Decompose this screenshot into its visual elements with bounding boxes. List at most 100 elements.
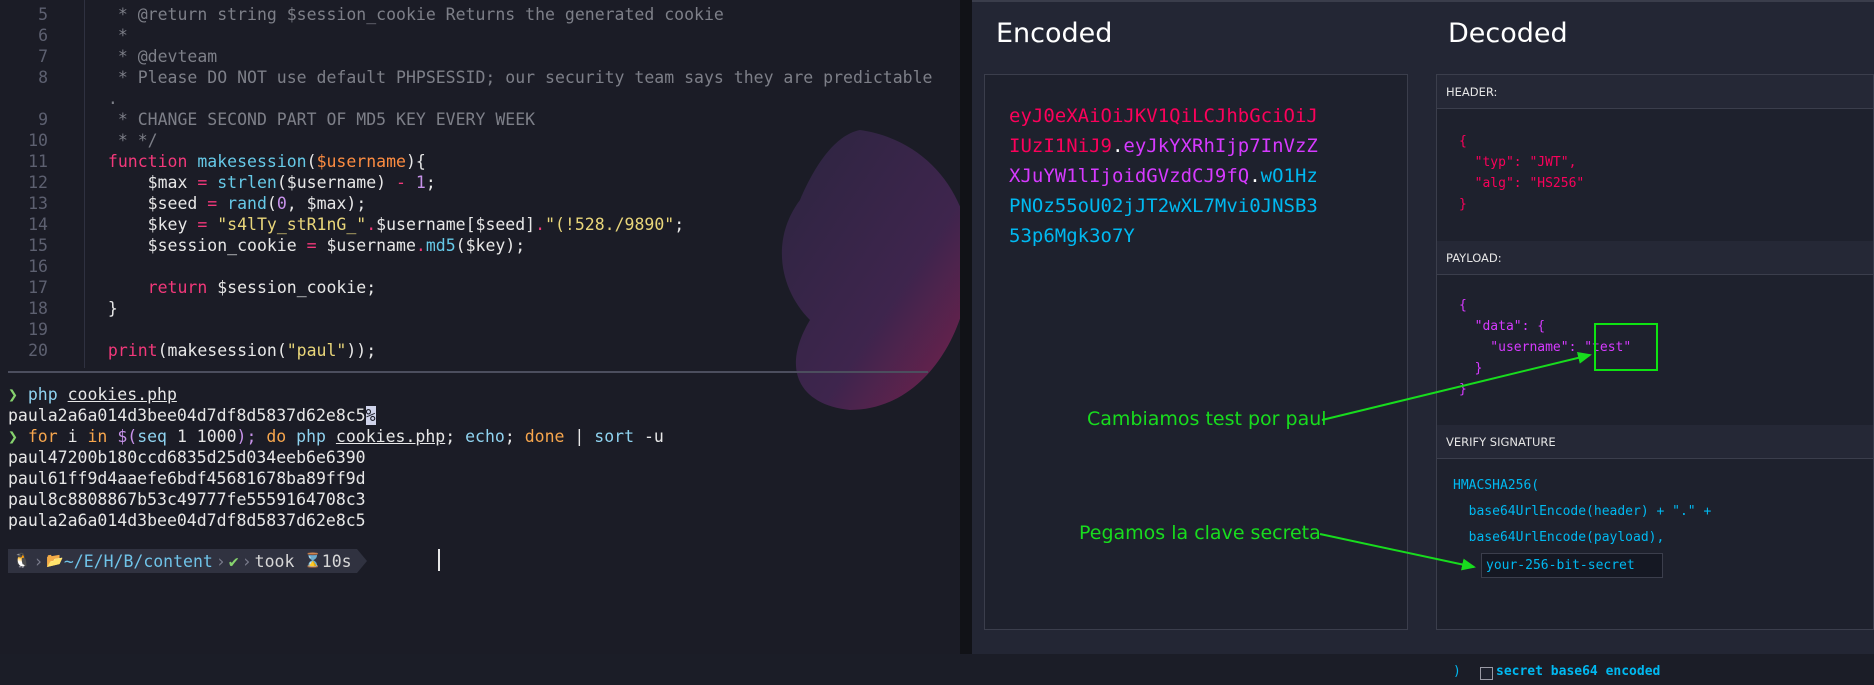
code-token: $key <box>98 215 198 234</box>
path-current: content <box>143 551 213 571</box>
line-number: 12 <box>28 173 48 192</box>
code-line: 20 print(makesession("paul")); <box>0 340 376 361</box>
line-number: 18 <box>28 299 48 318</box>
code-token: - <box>396 173 416 192</box>
base64-checkbox[interactable] <box>1480 667 1493 680</box>
keyword-done: done <box>524 427 565 446</box>
os-segment: 🐧 › 📂 ~ / E / H / B / content › ✔ › took ⌛ 10s <box>8 549 357 573</box>
code-token: ( <box>306 152 317 171</box>
terminal-pane[interactable]: 5 * @return string $session_cookie Retur… <box>0 0 960 654</box>
code-token: * @devteam <box>98 47 218 66</box>
code-token: , $max); <box>286 194 367 213</box>
terminal-output: paula2a6a014d3bee04d7df8d5837d62e8c5% <box>8 405 376 426</box>
code-token: . <box>366 215 377 234</box>
line-number: 14 <box>28 215 48 234</box>
verify-close: ) <box>1453 664 1461 679</box>
code-token: makesession <box>197 152 307 171</box>
sort-arg: -u <box>643 427 664 446</box>
line-number: 5 <box>38 5 48 24</box>
code-token: } <box>98 299 118 318</box>
path-part: E <box>83 551 94 571</box>
separator: ; <box>504 427 515 446</box>
output-line: paula2a6a014d3bee04d7df8d5837d62e8c5 <box>8 511 366 530</box>
code-token: 1 <box>415 173 426 192</box>
annotation-payload: Cambiamos test por paul <box>1087 408 1327 430</box>
line-number: 6 <box>38 26 48 45</box>
command-seq: seq <box>137 427 167 446</box>
code-line: 15 $session_cookie = $username.md5($key)… <box>0 235 525 256</box>
editor-gutter-divider <box>84 0 85 368</box>
header-section-label: HEADER: <box>1437 75 1873 109</box>
code-token: . <box>535 215 546 234</box>
line-number: 7 <box>38 47 48 66</box>
encoded-title: Encoded <box>996 18 1113 49</box>
code-token: * @return string $session_cookie Returns… <box>98 5 724 24</box>
pipe: | <box>574 427 585 446</box>
file-link[interactable]: cookies.php <box>336 427 445 446</box>
keyword-for: for <box>27 427 58 446</box>
path-part: H <box>103 551 114 571</box>
line-number: 16 <box>28 257 48 276</box>
separator: ; <box>445 427 456 446</box>
code-token: )); <box>346 341 377 360</box>
status-check-icon: ✔ <box>228 551 239 571</box>
code-token: $session_cookie; <box>217 278 377 297</box>
subshell-open: $( <box>117 427 138 446</box>
output-line: paul61ff9d4aaefe6bdf45681678ba89ff9d <box>8 469 366 488</box>
line-number: 8 <box>38 68 48 87</box>
secret-input[interactable] <box>1481 553 1663 578</box>
code-token: ($key); <box>455 236 526 255</box>
code-token: $username[$seed] <box>376 215 536 234</box>
editor-separator <box>8 371 928 373</box>
code-line: 9 * CHANGE SECOND PART OF MD5 KEY EVERY … <box>0 109 535 130</box>
seq-args: 1 1000 <box>176 427 237 446</box>
output-marker: % <box>365 406 376 425</box>
annotation-secret: Pegamos la clave secreta <box>1079 522 1321 544</box>
encoded-token-box[interactable]: eyJ0eXAiOiJKV1QiLCJhbGciOiJIUzI1NiJ9.eyJ… <box>984 74 1408 630</box>
code-token: $max <box>98 173 198 192</box>
encoded-token[interactable]: eyJ0eXAiOiJKV1QiLCJhbGciOiJIUzI1NiJ9.eyJ… <box>1009 101 1329 251</box>
file-link[interactable]: cookies.php <box>68 385 177 404</box>
loop-var: i <box>67 427 78 446</box>
command-php: php <box>296 427 326 446</box>
code-token: = <box>197 215 218 234</box>
code-token: "(!528./9890" <box>545 215 675 234</box>
took-label: took <box>254 551 295 571</box>
code-token: = <box>197 173 218 192</box>
path-home: ~ <box>63 551 74 571</box>
code-line: 12 $max = strlen($username) - 1; <box>0 172 436 193</box>
line-number: 9 <box>38 110 48 129</box>
code-token: $session_cookie <box>98 236 307 255</box>
code-token: function <box>98 152 198 171</box>
code-editor[interactable]: 5 * @return string $session_cookie Retur… <box>0 0 960 372</box>
subshell-close: ); <box>236 427 257 446</box>
code-line: . <box>0 88 118 109</box>
code-token: ; <box>674 215 685 234</box>
code-token: rand <box>227 194 267 213</box>
code-token: . <box>98 89 118 108</box>
header-json[interactable]: { "typ": "JWT", "alg": "HS256" } <box>1459 131 1584 215</box>
output-line: paul47200b180ccd6835d25d034eeb6e6390 <box>8 448 366 467</box>
prompt-bar: 🐧 › 📂 ~ / E / H / B / content › ✔ › took ⌛ 10s <box>8 549 367 573</box>
jwt-debugger: Encoded Decoded eyJ0eXAiOiJKV1QiLCJhbGci… <box>960 0 1874 680</box>
code-token: = <box>207 194 228 213</box>
code-line: 18 } <box>0 298 118 319</box>
code-token: print <box>98 341 158 360</box>
base64-checkbox-label[interactable]: secret base64 encoded <box>1496 659 1660 685</box>
line-number: 13 <box>28 194 48 213</box>
code-token: * <box>98 26 128 45</box>
code-line: 11 function makesession($username){ <box>0 151 426 172</box>
verify-line: base64UrlEncode(payload), <box>1453 530 1665 545</box>
segment-end-chevron <box>356 549 367 573</box>
code-token: return <box>98 278 218 297</box>
code-token: * */ <box>98 131 158 150</box>
linux-icon: 🐧 <box>13 553 31 569</box>
code-token: (makesession( <box>157 341 287 360</box>
line-number: 11 <box>28 152 48 171</box>
code-token: strlen <box>217 173 277 192</box>
code-token: * Please DO NOT use default PHPSESSID; o… <box>98 68 933 87</box>
code-token: ( <box>266 194 277 213</box>
command-php: php <box>27 385 58 404</box>
verify-line: base64UrlEncode(header) + "." + <box>1453 504 1712 519</box>
decoded-title: Decoded <box>1448 18 1568 49</box>
